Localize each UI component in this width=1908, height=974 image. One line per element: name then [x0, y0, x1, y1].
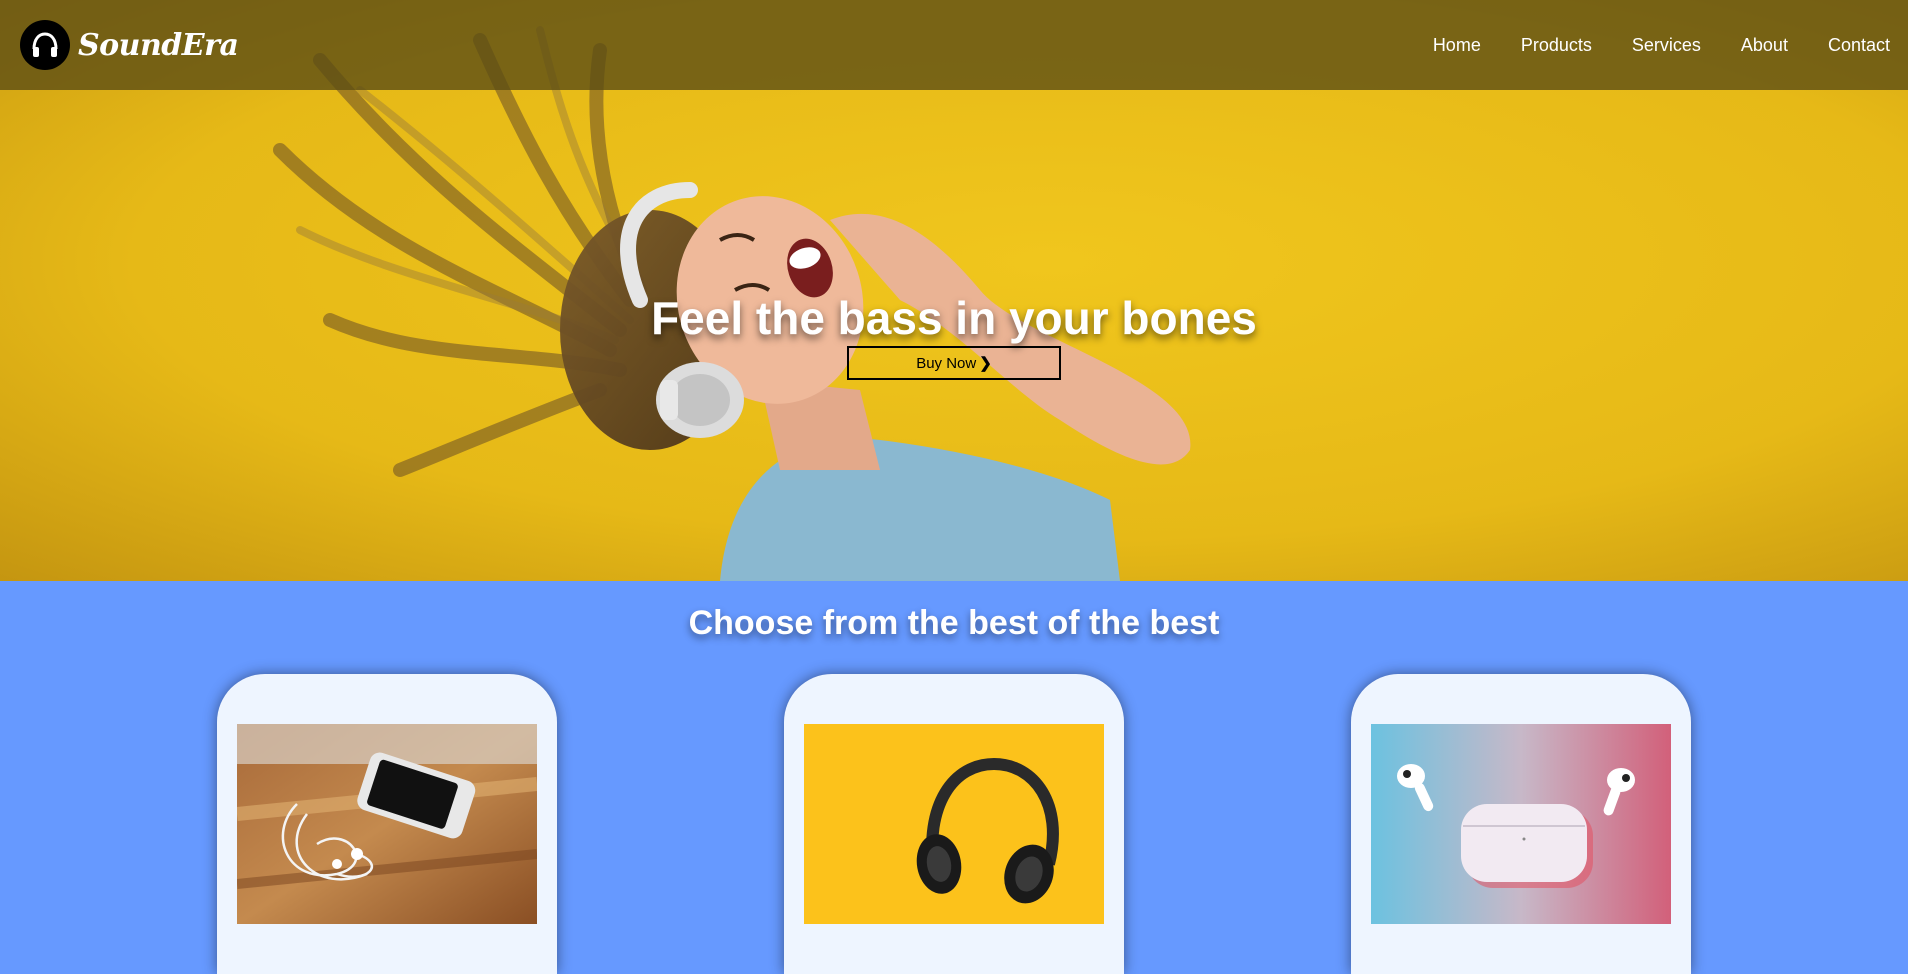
nav-link-services[interactable]: Services	[1632, 35, 1701, 56]
hero-content: Feel the bass in your bones Buy Now ❯	[0, 290, 1908, 380]
nav-link-contact[interactable]: Contact	[1828, 35, 1890, 56]
buy-now-label: Buy Now	[916, 354, 977, 372]
brand-name: SoundEra	[78, 27, 239, 63]
products-title: Choose from the best of the best	[688, 604, 1220, 642]
hero-title: Feel the bass in your bones	[651, 292, 1257, 344]
product-card[interactable]	[217, 674, 557, 974]
products-section: Choose from the best of the best	[0, 581, 1908, 974]
chevron-right-icon: ❯	[979, 354, 992, 372]
nav-link-about[interactable]: About	[1741, 35, 1788, 56]
nav-link-products[interactable]: Products	[1521, 35, 1592, 56]
brand[interactable]: SoundEra	[20, 20, 239, 70]
wired-earphones-with-phone-image	[237, 724, 537, 924]
headphones-icon	[20, 20, 70, 70]
navbar: SoundEra Home Products Services About Co…	[0, 0, 1908, 90]
nav-links: Home Products Services About Contact	[1433, 35, 1890, 56]
product-card[interactable]	[784, 674, 1124, 974]
nav-link-home[interactable]: Home	[1433, 35, 1481, 56]
over-ear-headphones-image	[804, 724, 1104, 924]
buy-now-button[interactable]: Buy Now ❯	[847, 346, 1061, 380]
wireless-earbuds-with-case-image	[1371, 724, 1671, 924]
product-card[interactable]	[1351, 674, 1691, 974]
